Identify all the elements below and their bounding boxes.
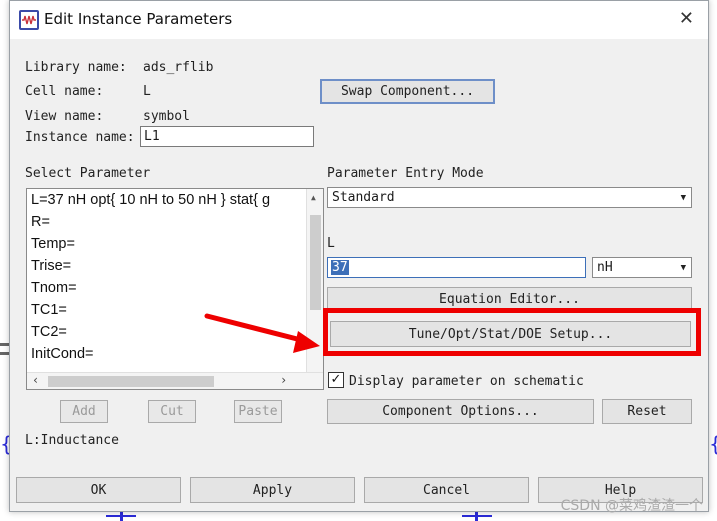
paste-button[interactable]: Paste — [234, 400, 282, 423]
schematic-wire — [0, 352, 9, 355]
schematic-brace: { — [709, 432, 717, 456]
scroll-thumb[interactable] — [48, 376, 214, 387]
schematic-wire — [462, 515, 492, 517]
cut-button[interactable]: Cut — [148, 400, 196, 423]
entry-mode-value: Standard — [332, 190, 395, 205]
param-value-text: 37 — [331, 260, 349, 275]
ok-button[interactable]: OK — [16, 477, 181, 503]
display-on-schematic-checkbox[interactable]: ✓ — [328, 372, 344, 388]
schematic-wire — [106, 515, 136, 517]
cancel-button[interactable]: Cancel — [364, 477, 529, 503]
param-value-input[interactable]: 37 — [327, 257, 586, 278]
display-on-schematic-label: Display parameter on schematic — [349, 374, 584, 389]
parameter-description: L:Inductance — [25, 433, 119, 448]
unit-select[interactable]: nH ▼ — [592, 257, 692, 278]
add-button[interactable]: Add — [60, 400, 108, 423]
chevron-down-icon: ▼ — [680, 262, 686, 273]
horizontal-scrollbar[interactable]: ‹ › — [27, 372, 323, 389]
reset-button[interactable]: Reset — [602, 399, 692, 424]
scroll-left-icon[interactable]: ‹ — [32, 373, 39, 387]
scroll-right-icon[interactable]: › — [280, 373, 287, 387]
schematic-wire — [0, 343, 9, 346]
chevron-down-icon: ▼ — [680, 192, 686, 203]
entry-mode-select[interactable]: Standard ▼ — [327, 187, 692, 208]
unit-value: nH — [597, 260, 613, 275]
component-options-button[interactable]: Component Options... — [327, 399, 594, 424]
watermark: CSDN @菜鸡渣渣一个 — [560, 498, 703, 514]
entry-mode-label: Parameter Entry Mode — [327, 166, 484, 181]
swap-component-button[interactable]: Swap Component... — [320, 79, 495, 104]
annotation-highlight-box — [323, 308, 701, 356]
annotation-arrow-icon — [204, 313, 320, 353]
apply-button[interactable]: Apply — [190, 477, 355, 503]
edit-instance-dialog: Edit Instance Parameters ✕ Library name:… — [9, 0, 709, 512]
close-icon[interactable]: ✕ — [679, 8, 694, 29]
